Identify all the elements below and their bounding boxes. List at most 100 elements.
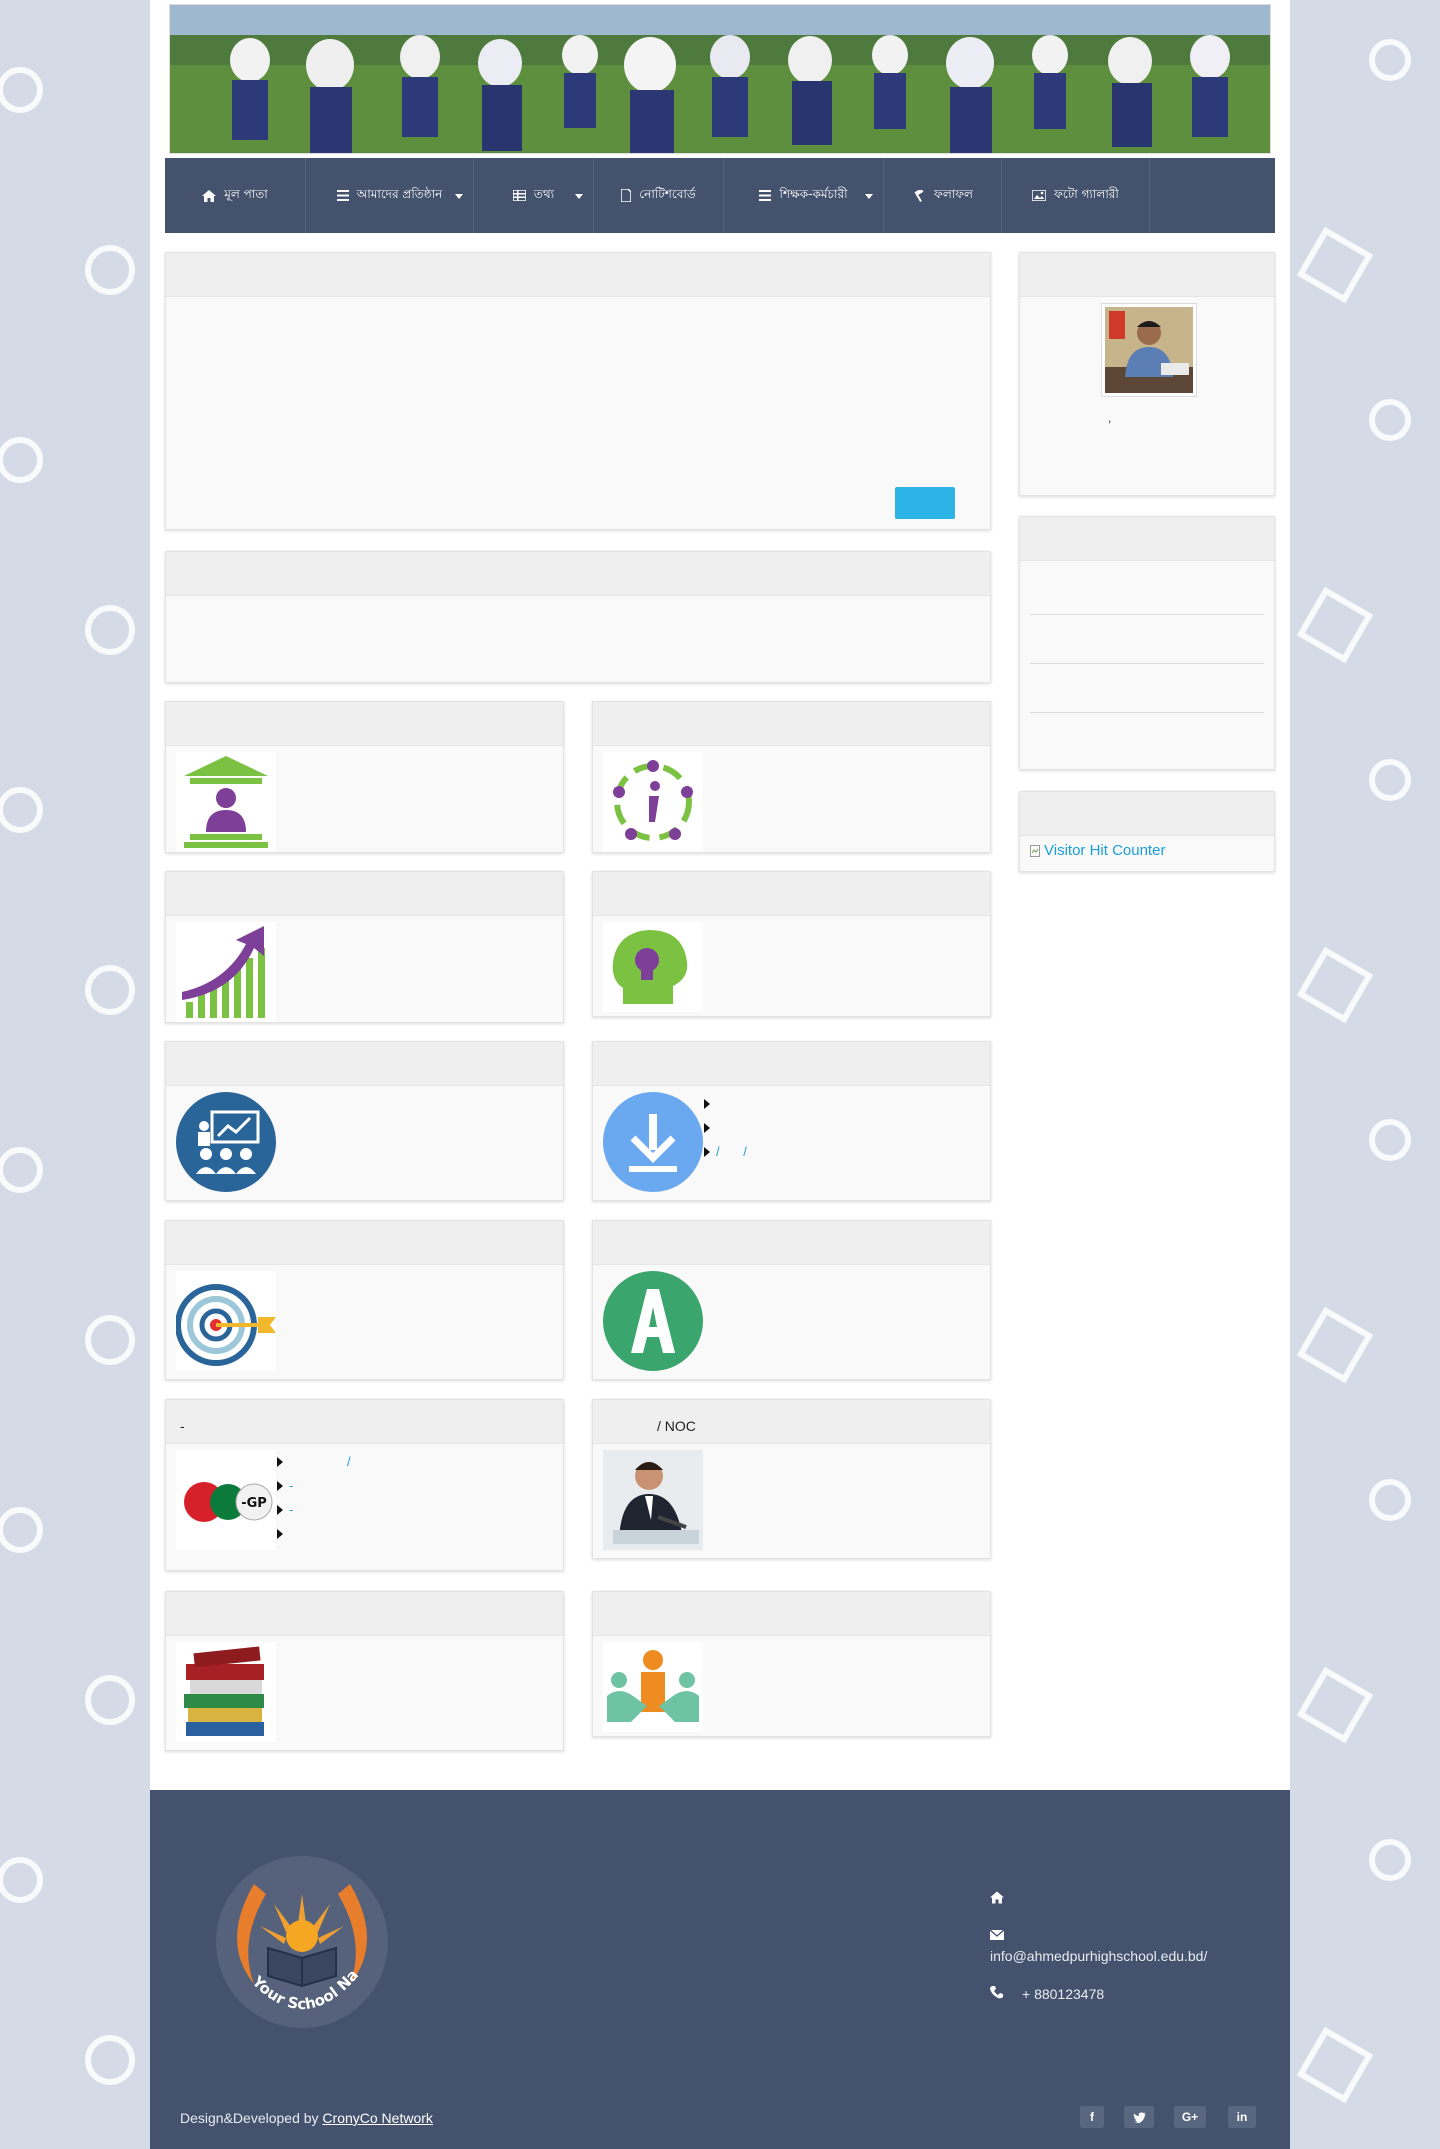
- envelope-icon: [990, 1930, 1004, 1940]
- header-banner: [169, 4, 1271, 154]
- egp-link-list: / - -: [277, 1450, 351, 1546]
- students-assembly-photo: [170, 5, 1270, 153]
- footer-credit: Design&Developed by CronyCo Network: [180, 2110, 433, 2126]
- caret-right-icon: [704, 1099, 710, 1109]
- nav-item-results[interactable]: ফলাফল: [884, 158, 1002, 233]
- list-item[interactable]: / /: [704, 1140, 757, 1164]
- progress-panel-header: [166, 872, 563, 916]
- list-item[interactable]: -: [277, 1498, 351, 1522]
- books-icon: [176, 1642, 276, 1742]
- facebook-icon[interactable]: f: [1080, 2106, 1104, 2128]
- notice-panel-header: [166, 552, 990, 596]
- training-panel-header: [166, 1042, 563, 1086]
- home-icon: [202, 189, 217, 202]
- download-icon: [603, 1092, 703, 1192]
- school-logo: Your School Name Here: [214, 1854, 388, 2028]
- nav-item-info[interactable]: তথ্য: [474, 158, 594, 233]
- visitor-counter-image[interactable]: Visitor Hit Counter: [1030, 842, 1165, 859]
- phone-icon: [990, 1986, 1003, 1999]
- list-item[interactable]: /: [277, 1450, 351, 1474]
- list-item[interactable]: [704, 1116, 757, 1140]
- nav-label: নোটিশবোর্ড: [639, 186, 696, 201]
- growth-chart-icon: [176, 922, 276, 1022]
- list-item[interactable]: [704, 1092, 757, 1116]
- nav-label: মূল পাতা: [224, 186, 268, 201]
- twitter-bird-icon: [1132, 2111, 1146, 2123]
- idea-panel-header: [593, 872, 990, 916]
- chevron-down-icon: [455, 194, 463, 199]
- goals-panel-header: [166, 1221, 563, 1265]
- noc-panel-header: / NOC: [593, 1400, 990, 1444]
- svg-text:-GP: -GP: [241, 1496, 267, 1511]
- google-plus-icon[interactable]: G+: [1174, 2106, 1206, 2128]
- visitor-counter-panel: Visitor Hit Counter: [1019, 791, 1275, 872]
- list-icon: [336, 190, 349, 201]
- twitter-icon[interactable]: [1124, 2106, 1154, 2128]
- nav-label: তথ্য: [533, 186, 555, 201]
- institution-panel-header: [166, 702, 563, 746]
- main-navbar: মূল পাতা আমাদের প্রতিষ্ঠান তথ্য নোটিশবোর…: [165, 158, 1275, 233]
- people-group-icon: [603, 1642, 703, 1732]
- divider: [1030, 614, 1264, 615]
- caret-right-icon: [704, 1123, 710, 1133]
- idea-panel: [592, 871, 991, 1017]
- site-footer: Your School Name Here info@ahmedpurhighs…: [150, 1790, 1290, 2149]
- important-links-panel: [1019, 516, 1275, 770]
- chevron-down-icon: [865, 194, 873, 199]
- table-icon: [512, 190, 526, 201]
- principal-caption: ,: [1108, 411, 1112, 425]
- notice-panel: [165, 551, 991, 683]
- downloads-panel: / /: [592, 1041, 991, 1201]
- principal-panel: ,: [1019, 252, 1275, 496]
- caret-right-icon: [277, 1529, 283, 1539]
- image-icon: [1032, 190, 1047, 201]
- library-panel-header: [166, 1592, 563, 1636]
- caret-right-icon: [277, 1481, 283, 1491]
- info-circle-icon: [603, 752, 703, 852]
- lightbulb-head-icon: [603, 922, 703, 1012]
- letter-a-icon: [603, 1271, 703, 1371]
- caret-right-icon: [704, 1147, 710, 1157]
- noc-panel: / NOC: [592, 1399, 991, 1559]
- broken-image-icon: [1030, 844, 1040, 857]
- nav-item-institution[interactable]: আমাদের প্রতিষ্ঠান: [306, 158, 474, 233]
- about-panel-header: [166, 253, 990, 297]
- list-item[interactable]: [277, 1522, 351, 1546]
- nav-item-gallery[interactable]: ফটো গ্যালারী: [1002, 158, 1150, 233]
- information-panel-header: [593, 702, 990, 746]
- achievement-panel: [592, 1220, 991, 1380]
- principal-panel-header: [1020, 253, 1274, 297]
- linkedin-icon[interactable]: in: [1228, 2106, 1256, 2128]
- footer-phone[interactable]: + 880123478: [1022, 1986, 1104, 2002]
- principal-photo: [1105, 307, 1193, 393]
- caret-right-icon: [277, 1505, 283, 1515]
- footer-email[interactable]: info@ahmedpurhighschool.edu.bd/: [990, 1948, 1207, 1964]
- nav-label: শিক্ষক-কর্মচারী: [779, 186, 848, 201]
- nav-item-noticeboard[interactable]: নোটিশবোর্ড: [594, 158, 724, 233]
- list-icon: [759, 190, 772, 201]
- chevron-down-icon: [575, 194, 583, 199]
- gavel-icon: [914, 189, 924, 202]
- achievement-panel-header: [593, 1221, 990, 1265]
- important-links-panel-header: [1020, 517, 1274, 561]
- target-icon: [176, 1271, 276, 1371]
- developer-link[interactable]: CronyCo Network: [322, 2110, 432, 2126]
- egp-logo: -GP: [176, 1450, 276, 1550]
- community-panel: [592, 1591, 991, 1737]
- home-icon: [990, 1891, 1004, 1904]
- nav-item-home[interactable]: মূল পাতা: [165, 158, 306, 233]
- nav-label: ফলাফল: [934, 186, 973, 201]
- institution-panel: [165, 701, 564, 853]
- divider: [1030, 712, 1264, 713]
- downloads-panel-header: [593, 1042, 990, 1086]
- egp-panel-header: -: [166, 1400, 563, 1444]
- read-more-button[interactable]: [895, 487, 955, 519]
- caret-right-icon: [277, 1457, 283, 1467]
- library-panel: [165, 1591, 564, 1751]
- institution-icon: [176, 752, 276, 852]
- nav-item-staff[interactable]: শিক্ষক-কর্মচারী: [724, 158, 884, 233]
- presentation-icon: [176, 1092, 276, 1192]
- list-item[interactable]: -: [277, 1474, 351, 1498]
- nav-label: ফটো গ্যালারী: [1054, 186, 1119, 201]
- principal-photo-frame: [1101, 303, 1197, 397]
